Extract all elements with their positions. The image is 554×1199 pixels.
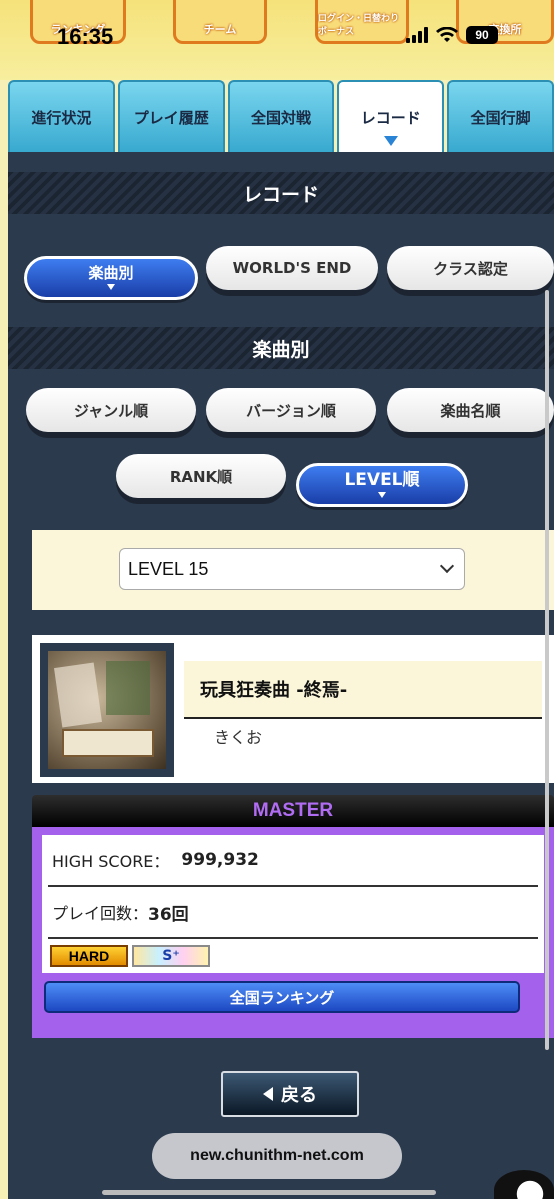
tab-progress-label: 進行状況 [31,108,92,127]
chevron-down-icon [439,558,455,574]
level-filter-box: LEVEL 15 [32,530,554,610]
category-worlds-end-label: WORLD'S END [232,259,352,277]
team-menu-button[interactable]: チーム [173,0,267,44]
record-heading: レコード [8,172,554,214]
high-score-row: HIGH SCORE： 999,932 [48,835,538,887]
back-button[interactable]: 戻る [221,1071,359,1117]
song-artist: きくお [214,728,263,747]
sort-title-label: 楽曲名順 [440,401,501,420]
main-tabs: 進行状況 プレイ履歴 全国対戦 レコード 全国行脚 [8,80,554,152]
url-text: new.chunithm-net.com [190,1147,364,1164]
tab-record[interactable]: レコード [337,80,445,152]
sort-version-button[interactable]: バージョン順 [206,388,376,432]
category-class-button[interactable]: クラス認定 [387,246,554,290]
difficulty-body: HIGH SCORE： 999,932 プレイ回数： 36回 HARD S⁺ 全… [32,827,554,1038]
play-count-label: プレイ回数： [52,904,149,923]
level-select-value: LEVEL 15 [128,558,209,579]
tab-national-battle-label: 全国対戦 [250,108,311,127]
play-count-row: プレイ回数： 36回 [48,887,538,939]
difficulty-name: MASTER [32,795,554,827]
national-ranking-button[interactable]: 全国ランキング [44,981,520,1013]
sort-rank-label: RANK順 [169,467,233,486]
home-indicator[interactable] [102,1190,436,1195]
category-by-song-label: 楽曲別 [88,264,134,282]
sort-level-button[interactable]: LEVEL順 [296,463,468,507]
tab-national-tour[interactable]: 全国行脚 [447,80,554,152]
high-score-label: HIGH SCORE： [52,852,170,871]
difficulty-panel: MASTER HIGH SCORE： 999,932 プレイ回数： 36回 HA… [32,795,554,1038]
category-by-song-button[interactable]: 楽曲別 [24,256,198,300]
song-title: 玩具狂奏曲 -終焉- [184,661,542,719]
score-box: HIGH SCORE： 999,932 プレイ回数： 36回 HARD S⁺ [42,835,544,973]
signal-icon [406,27,428,43]
by-song-heading: 楽曲別 [8,327,554,369]
status-icons: 90 [406,26,498,44]
song-info: 玩具狂奏曲 -終焉- きくお [184,661,542,753]
national-ranking-label: 全国ランキング [229,988,335,1007]
sort-rank-button[interactable]: RANK順 [116,454,286,498]
clear-badge-hard: HARD [50,945,128,967]
sort-genre-label: ジャンル順 [73,401,149,420]
sort-version-label: バージョン順 [246,401,336,420]
selected-indicator-icon [107,284,115,290]
level-select[interactable]: LEVEL 15 [119,548,465,590]
team-menu-label: チーム [203,23,237,36]
rank-badge: S⁺ [132,945,210,967]
login-bonus-menu-label: ログイン・日替わりボーナス [318,14,400,37]
wifi-icon [436,27,458,42]
song-card[interactable]: 玩具狂奏曲 -終焉- きくお [32,635,554,783]
tab-play-history-label: プレイ履歴 [133,108,209,127]
badges: HARD S⁺ [48,939,538,973]
category-class-label: クラス認定 [433,259,508,278]
sort-title-button[interactable]: 楽曲名順 [387,388,554,432]
url-bar[interactable]: new.chunithm-net.com [152,1133,402,1179]
back-arrow-icon [263,1087,273,1101]
song-jacket [40,643,174,777]
login-bonus-menu-button[interactable]: ログイン・日替わりボーナス [315,0,409,44]
tab-national-tour-label: 全国行脚 [470,108,531,127]
sort-level-label: LEVEL順 [344,470,420,490]
scrollbar[interactable] [545,290,549,1050]
battery-icon: 90 [466,26,498,44]
back-button-label: 戻る [281,1085,317,1106]
high-score-value: 999,932 [181,850,259,870]
record-panel: レコード 楽曲別 WORLD'S END クラス認定 楽曲別 ジャンル順 バージ… [8,152,554,1199]
sort-genre-button[interactable]: ジャンル順 [26,388,196,432]
tab-play-history[interactable]: プレイ履歴 [117,80,225,152]
top-menu-bar: ランキング チーム ログイン・日替わりボーナス 交換所 16:35 90 [0,0,554,80]
tab-record-label: レコード [360,108,421,127]
jacket-image [48,651,166,769]
tab-national-battle[interactable]: 全国対戦 [227,80,335,152]
play-count-value: 36回 [148,904,189,925]
selected-indicator-icon [378,492,386,498]
tab-progress[interactable]: 進行状況 [8,80,115,152]
category-worlds-end-button[interactable]: WORLD'S END [206,246,378,290]
status-time: 16:35 [57,24,114,49]
